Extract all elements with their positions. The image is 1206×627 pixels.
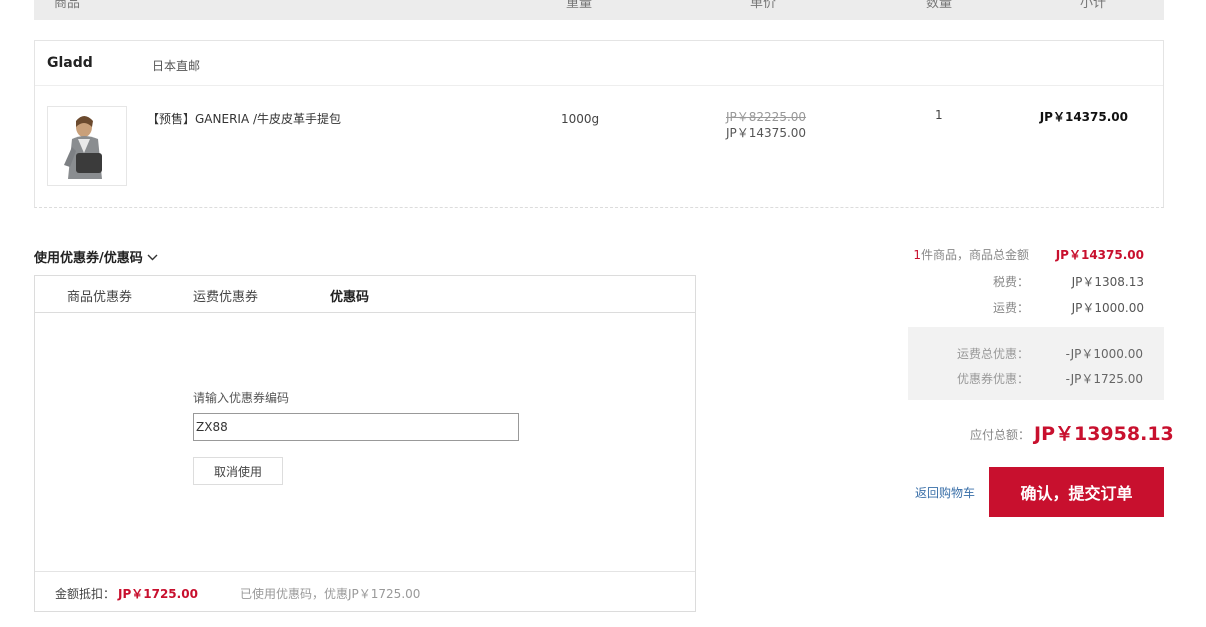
shop-shipping-tag: 日本直邮 [152, 59, 201, 73]
tab-shipping-coupon[interactable]: 运费优惠券 [193, 286, 258, 305]
goods-total-value: JP￥14375.00 [1055, 248, 1144, 262]
product-weight: 1000g [561, 112, 600, 126]
deduction-label: 金额抵扣： [55, 587, 116, 601]
coupon-code-label: 请输入优惠券编码 [193, 391, 290, 405]
product-quantity: 1 [935, 108, 943, 122]
current-price: JP￥14375.00 [726, 126, 807, 140]
product-name-link[interactable]: 【预售】GANERIA /牛皮皮革手提包 [147, 110, 341, 127]
header-weight: 重量 [566, 0, 593, 11]
payable-label: 应付总额： [970, 428, 1031, 442]
chevron-down-icon [147, 250, 158, 265]
shipping-discount-label: 运费总优惠： [956, 347, 1029, 361]
shipping-label: 运费： [992, 301, 1029, 315]
back-to-cart-link[interactable]: 返回购物车 [915, 484, 975, 501]
product-thumbnail[interactable] [47, 106, 127, 186]
payable-amount: JP￥13958.13 [1034, 423, 1174, 445]
item-count: 1 [913, 248, 921, 262]
coupon-discount-label: 优惠券优惠： [956, 372, 1029, 386]
shop-row: Gladd 日本直邮 [35, 41, 1163, 86]
product-photo-icon [48, 107, 126, 185]
coupon-tabs: 商品优惠券 运费优惠券 优惠码 [35, 276, 695, 313]
header-subtotal: 小计 [1080, 0, 1107, 11]
coupon-discount-value: -JP￥1725.00 [1065, 372, 1143, 386]
discount-box: 运费总优惠： -JP￥1000.00 优惠券优惠： -JP￥1725.00 [908, 327, 1164, 400]
tab-product-coupon[interactable]: 商品优惠券 [67, 286, 132, 305]
tax-label: 税费： [992, 275, 1029, 289]
cancel-coupon-button[interactable]: 取消使用 [193, 457, 283, 485]
product-subtotal: JP￥14375.00 [1039, 110, 1128, 124]
tab-coupon-code[interactable]: 优惠码 [330, 286, 369, 305]
header-quantity: 数量 [926, 0, 953, 11]
header-product: 商品 [54, 0, 81, 11]
coupon-code-input[interactable] [193, 413, 519, 441]
order-table-header: 商品 重量 单价 数量 小计 [34, 0, 1164, 20]
shipping-discount-value: -JP￥1000.00 [1065, 347, 1143, 361]
shipping-value: JP￥1000.00 [1071, 301, 1144, 315]
tax-value: JP￥1308.13 [1071, 275, 1144, 289]
header-unit-price: 单价 [750, 0, 777, 11]
deduction-amount: JP￥1725.00 [118, 587, 198, 601]
coupon-section-toggle[interactable]: 使用优惠券/优惠码 [34, 247, 158, 266]
goods-total-label: 1件商品，商品总金额 [913, 248, 1029, 262]
submit-order-button[interactable]: 确认，提交订单 [989, 467, 1164, 517]
coupon-applied-note: 已使用优惠码，优惠JP￥1725.00 [240, 587, 421, 601]
coupon-section-title: 使用优惠券/优惠码 [34, 251, 143, 266]
order-items-box: Gladd 日本直邮 【预售】GANERIA /牛皮皮革手提包 1000g JP… [34, 40, 1164, 208]
shop-name[interactable]: Gladd [47, 55, 93, 71]
original-price: JP￥82225.00 [726, 110, 807, 124]
coupon-panel-footer: 金额抵扣： JP￥1725.00 已使用优惠码，优惠JP￥1725.00 [35, 571, 695, 611]
cart-item-row: 【预售】GANERIA /牛皮皮革手提包 1000g JP￥82225.00 J… [35, 86, 1163, 208]
coupon-panel: 商品优惠券 运费优惠券 优惠码 请输入优惠券编码 取消使用 金额抵扣： JP￥1… [34, 275, 696, 612]
